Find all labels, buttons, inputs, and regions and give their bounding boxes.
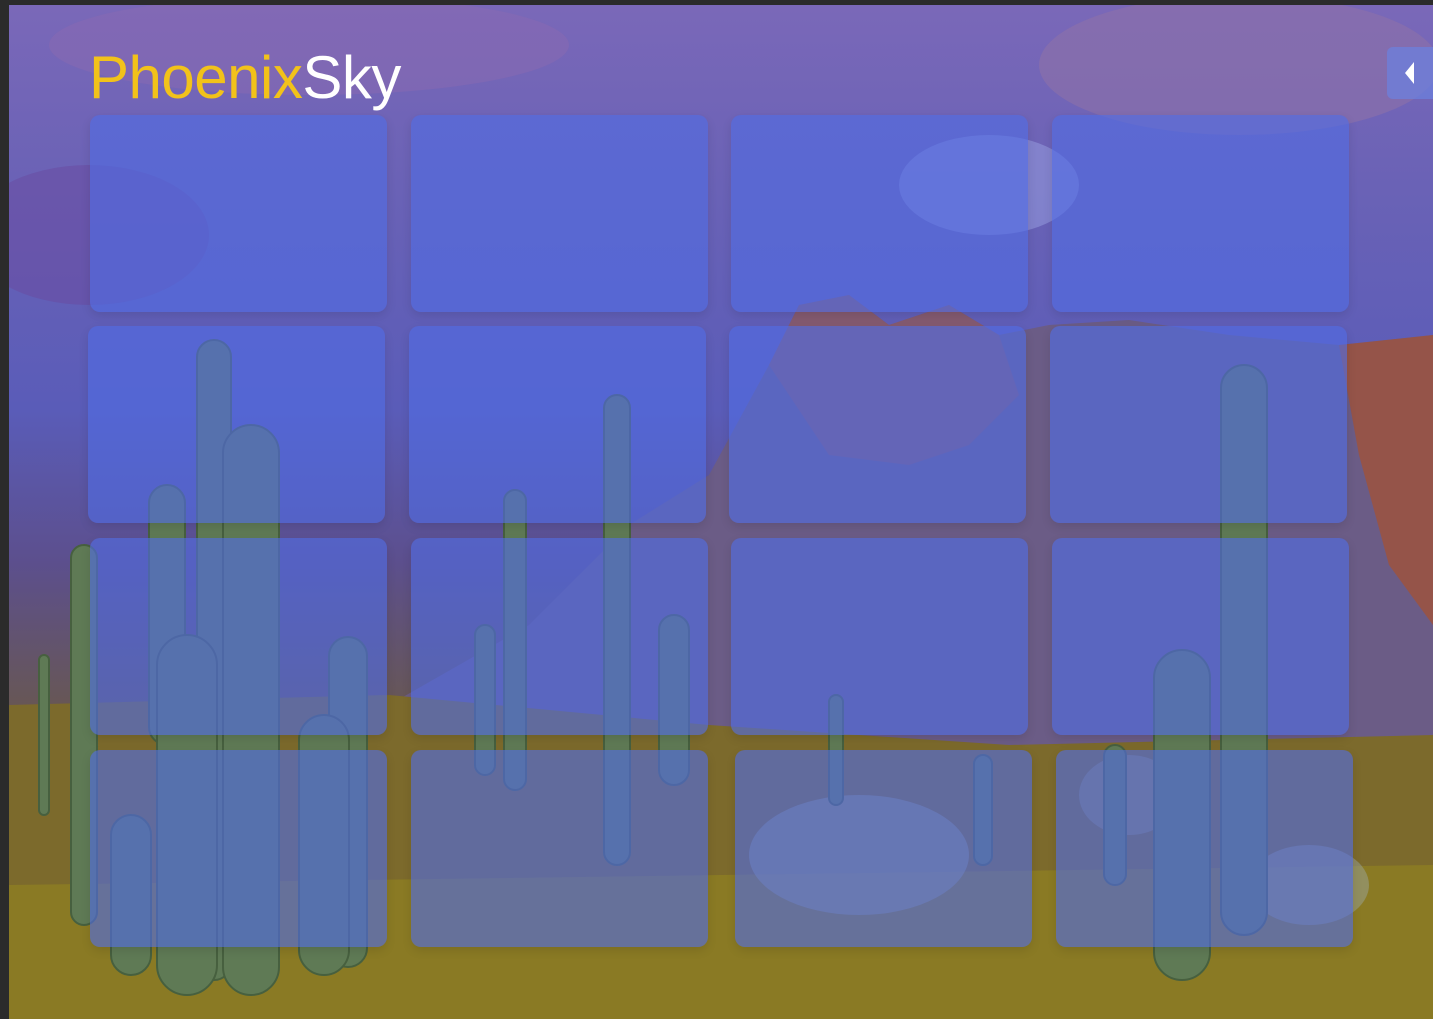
tile-r1-c3[interactable] [731, 115, 1028, 312]
tile-r3-c3[interactable] [731, 538, 1028, 735]
tile-r2-c3[interactable] [729, 326, 1026, 523]
tile-r4-c1[interactable] [90, 750, 387, 947]
tile-r3-c4[interactable] [1052, 538, 1349, 735]
tile-r4-c3[interactable] [735, 750, 1032, 947]
tile-r1-c2[interactable] [411, 115, 708, 312]
tile-r3-c1[interactable] [90, 538, 387, 735]
tile-r2-c1[interactable] [88, 326, 385, 523]
tile-r4-c4[interactable] [1056, 750, 1353, 947]
brand-title-sky: Sky [302, 44, 401, 111]
tile-r2-c2[interactable] [409, 326, 706, 523]
tile-r3-c2[interactable] [411, 538, 708, 735]
tile-r2-c4[interactable] [1050, 326, 1347, 523]
app-screen: PhoenixSky [9, 5, 1433, 1019]
tile-r1-c4[interactable] [1052, 115, 1349, 312]
tile-r4-c2[interactable] [411, 750, 708, 947]
tile-r1-c1[interactable] [90, 115, 387, 312]
chevron-left-icon [1405, 62, 1414, 84]
brand-title-phoenix: Phoenix [89, 44, 303, 111]
brand-title: PhoenixSky [89, 43, 401, 113]
collapse-panel-button[interactable] [1387, 47, 1433, 99]
